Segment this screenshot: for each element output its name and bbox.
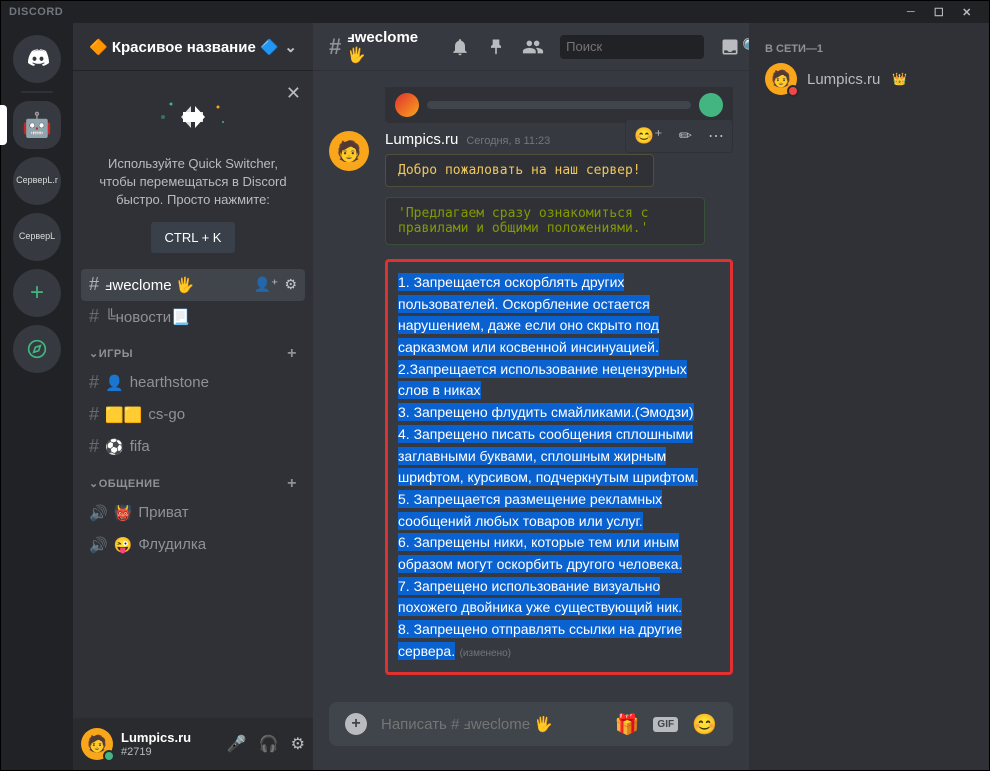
message: 🧑 😊⁺ ✏ ⋯ Lumpics.ru Сегодня, в 11:23 Доб… [329, 131, 733, 675]
pinned-icon[interactable] [486, 37, 506, 57]
category-games[interactable]: ⌄ ИГРЫ + [81, 333, 305, 367]
inbox-icon[interactable] [720, 37, 740, 57]
message-author[interactable]: Lumpics.ru [385, 131, 458, 148]
server-icon-3[interactable]: СервepL [13, 213, 61, 261]
voice-flood[interactable]: 🔊😜 Флудилка [81, 529, 305, 561]
member-item[interactable]: 🧑 Lumpics.ru 👑 [757, 59, 981, 99]
search-box[interactable]: 🔍 [560, 35, 704, 59]
quick-switcher-button[interactable]: CTRL + K [151, 222, 236, 253]
add-channel-icon[interactable]: + [287, 475, 297, 493]
rules-highlight-box: 1. Запрещается оскорблять других пользов… [385, 259, 733, 675]
server-list: 🤖 СервepL.r СервepL + [1, 23, 73, 770]
channel-sidebar: 🔶 Красивое название 🔷 ⌄ ✕ Используйте Qu… [73, 23, 313, 770]
edit-icon[interactable]: ✏ [671, 120, 700, 152]
user-tag: #2719 [121, 746, 191, 758]
message-actions: 😊⁺ ✏ ⋯ [625, 119, 733, 153]
message-input-bar: + 🎁 GIF 😊 [313, 702, 749, 770]
server-icon-2[interactable]: СервepL.r [13, 157, 61, 205]
channel-welcome[interactable]: # ⅎweclome 🖐 👤⁺ ⚙ [81, 269, 305, 301]
hash-icon: # [89, 306, 99, 327]
quick-switcher-panel: ✕ Используйте Quick Switcher, чтобы пере… [73, 71, 313, 269]
mute-icon[interactable]: 🎤 [227, 734, 247, 754]
title-bar: DISCORD ─ ☐ ✕ [1, 1, 989, 23]
member-name: Lumpics.ru [807, 71, 880, 88]
chevron-down-icon: ⌄ [284, 38, 297, 56]
explore-servers-button[interactable] [13, 325, 61, 373]
message-avatar[interactable]: 🧑 [329, 131, 369, 171]
channel-fifa[interactable]: #⚽ fifa [81, 431, 305, 463]
user-panel: 🧑 Lumpics.ru #2719 🎤 🎧 ⚙ [73, 718, 313, 770]
window-maximize-button[interactable]: ☐ [925, 6, 953, 19]
gif-button[interactable]: GIF [653, 717, 678, 732]
server-icon-selected[interactable]: 🤖 [13, 101, 61, 149]
channel-header: #ⅎweclome 🖐 🔍 ? [313, 23, 749, 71]
channel-hearthstone[interactable]: #👤 hearthstone [81, 367, 305, 399]
window-close-button[interactable]: ✕ [953, 6, 981, 19]
member-list: В СЕТИ—1 🧑 Lumpics.ru 👑 [749, 23, 989, 770]
close-icon[interactable]: ✕ [286, 83, 301, 104]
settings-icon[interactable]: ⚙ [291, 734, 305, 754]
server-header[interactable]: 🔶 Красивое название 🔷 ⌄ [73, 23, 313, 71]
invite-icon[interactable]: 👤⁺ [254, 276, 279, 293]
channel-settings-icon[interactable]: ⚙ [284, 276, 297, 293]
user-name: Lumpics.ru [121, 730, 191, 746]
quick-switcher-text: Используйте Quick Switcher, чтобы переме… [89, 155, 297, 210]
member-avatar: 🧑 [765, 63, 797, 95]
hash-icon: # [329, 34, 341, 60]
main-area: #ⅎweclome 🖐 🔍 ? 🧑 😊⁺ [313, 23, 749, 770]
home-button[interactable] [13, 35, 61, 83]
members-icon[interactable] [522, 36, 544, 58]
emoji-icon[interactable]: 😊 [692, 712, 717, 737]
message-input[interactable] [381, 716, 601, 733]
channel-csgo[interactable]: #🟨🟨 cs-go [81, 399, 305, 431]
owner-crown-icon: 👑 [892, 72, 907, 86]
search-input[interactable] [566, 39, 742, 54]
notifications-icon[interactable] [450, 37, 470, 57]
deafen-icon[interactable]: 🎧 [259, 734, 279, 754]
channel-news[interactable]: # ╚новости📃 [81, 301, 305, 333]
message-list[interactable]: 🧑 😊⁺ ✏ ⋯ Lumpics.ru Сегодня, в 11:23 Доб… [313, 71, 749, 702]
members-online-header: В СЕТИ—1 [757, 39, 981, 59]
hash-icon: # [89, 274, 99, 295]
quick-switcher-art [89, 87, 297, 147]
add-channel-icon[interactable]: + [287, 345, 297, 363]
edited-label: (изменено) [460, 648, 511, 659]
welcome-codeblock: Добро пожаловать на наш сервер! [385, 154, 654, 187]
more-icon[interactable]: ⋯ [700, 120, 732, 152]
server-name: 🔶 Красивое название 🔷 [89, 38, 279, 56]
voice-private[interactable]: 🔊👹 Приват [81, 497, 305, 529]
previous-message-fragment [385, 87, 733, 123]
window-minimize-button[interactable]: ─ [897, 6, 925, 18]
attach-button[interactable]: + [345, 713, 367, 735]
channel-title: ⅎweclome 🖐 [347, 29, 418, 64]
message-timestamp: Сегодня, в 11:23 [466, 135, 550, 147]
user-avatar[interactable]: 🧑 [81, 728, 113, 760]
rules-text: 1. Запрещается оскорблять других пользов… [398, 273, 698, 660]
category-chat[interactable]: ⌄ ОБЩЕНИЕ + [81, 463, 305, 497]
add-reaction-icon[interactable]: 😊⁺ [626, 120, 670, 152]
gift-icon[interactable]: 🎁 [615, 712, 640, 737]
intro-codeblock: 'Предлагаем сразу ознакомиться с правила… [385, 197, 705, 245]
app-name: DISCORD [9, 6, 63, 18]
add-server-button[interactable]: + [13, 269, 61, 317]
